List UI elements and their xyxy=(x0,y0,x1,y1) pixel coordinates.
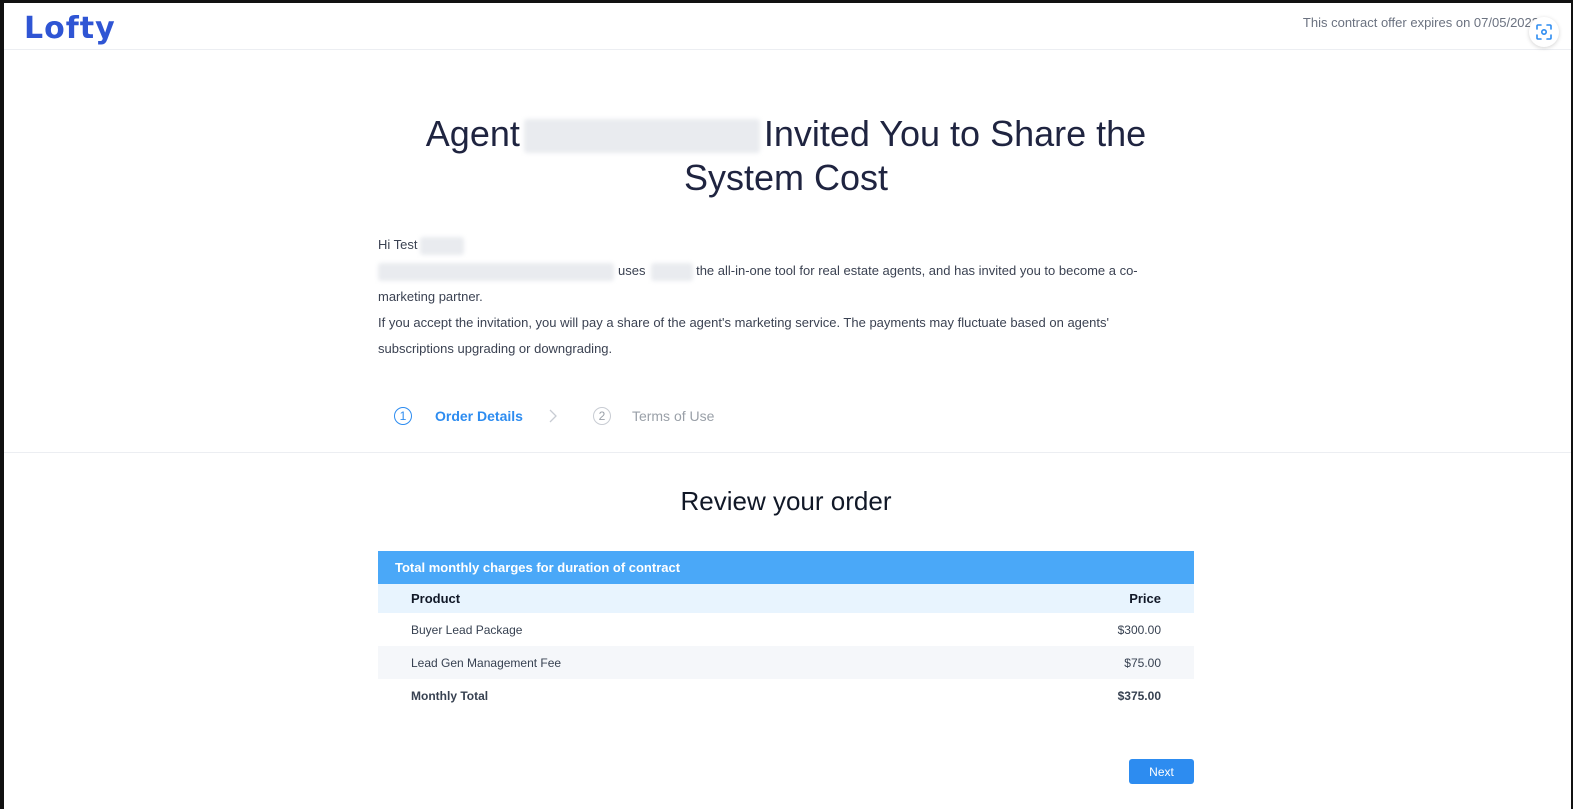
title-prefix: Agent xyxy=(425,113,520,154)
focus-scan-icon xyxy=(1536,24,1552,40)
next-button[interactable]: Next xyxy=(1129,759,1194,784)
product-name: Buyer Lead Package xyxy=(411,622,523,637)
product-name: Lead Gen Management Fee xyxy=(411,655,562,670)
contract-expiry-notice: This contract offer expires on 07/05/202… xyxy=(1302,15,1539,30)
column-price: Price xyxy=(1129,591,1161,606)
greeting-line: Hi Test xyxy=(378,232,1188,258)
step-order-details[interactable]: Order Details xyxy=(435,408,523,424)
lofty-logo[interactable]: Lofty xyxy=(24,11,116,47)
order-table-header: Total monthly charges for duration of co… xyxy=(378,551,1194,584)
product-price: $75.00 xyxy=(1124,655,1161,670)
uses-text: uses xyxy=(618,263,646,278)
step-1-number: 1 xyxy=(394,407,412,425)
redacted-agent-email xyxy=(378,262,614,281)
step-terms-of-use[interactable]: Terms of Use xyxy=(632,408,714,424)
monthly-total-label: Monthly Total xyxy=(411,688,489,703)
chevron-right-icon xyxy=(549,409,557,423)
column-product: Product xyxy=(411,591,461,606)
review-title: Review your order xyxy=(680,486,892,516)
progress-steps: 1 Order Details 2 Terms of Use xyxy=(394,405,714,427)
redacted-agent-name xyxy=(523,119,760,154)
focus-scan-button[interactable] xyxy=(1529,17,1559,47)
order-table-columns: Product Price xyxy=(378,584,1194,613)
redacted-product-name xyxy=(651,262,694,281)
monthly-total-row: Monthly Total $375.00 xyxy=(378,679,1194,712)
invitation-message: Hi Test uses the all-in-one tool for rea… xyxy=(378,232,1188,362)
section-divider xyxy=(4,452,1571,453)
order-table: Total monthly charges for duration of co… xyxy=(378,551,1194,712)
top-header: Lofty This contract offer expires on 07/… xyxy=(4,3,1571,50)
page-title: Agent Invited You to Share the System Cos… xyxy=(386,112,1186,200)
table-row: Lead Gen Management Fee $75.00 xyxy=(378,646,1194,679)
table-row: Buyer Lead Package $300.00 xyxy=(378,613,1194,646)
step-2-number: 2 xyxy=(592,407,611,425)
payment-notice: If you accept the invitation, you will p… xyxy=(378,315,1109,356)
greeting-text: Hi Test xyxy=(378,237,418,252)
monthly-total-price: $375.00 xyxy=(1117,688,1161,703)
redacted-recipient-name xyxy=(419,236,464,255)
product-price: $300.00 xyxy=(1117,622,1161,637)
invitation-line: uses the all-in-one tool for real estate… xyxy=(378,258,1188,310)
